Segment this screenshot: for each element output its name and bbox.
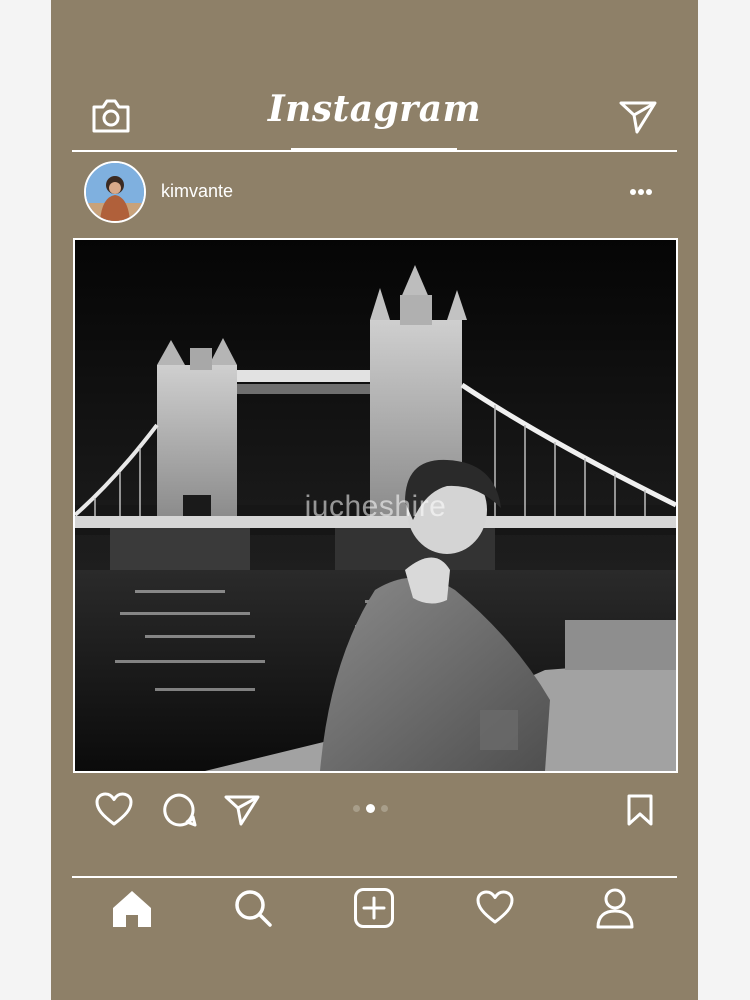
carousel-dot-active bbox=[366, 804, 375, 813]
more-dots-icon[interactable] bbox=[629, 188, 653, 196]
post-username[interactable]: kimvante bbox=[161, 181, 233, 202]
add-post-icon[interactable] bbox=[353, 887, 395, 929]
search-icon[interactable] bbox=[233, 888, 273, 928]
carousel-indicator bbox=[353, 804, 388, 813]
instagram-frame: Instagram kimvante iucheshire bbox=[51, 0, 698, 1000]
carousel-dot bbox=[381, 805, 388, 812]
app-title: Instagram bbox=[267, 88, 482, 130]
comment-icon[interactable] bbox=[160, 791, 198, 829]
footer-divider bbox=[72, 876, 677, 878]
paper-plane-icon[interactable] bbox=[618, 99, 658, 135]
bookmark-icon[interactable] bbox=[626, 793, 654, 827]
post-image[interactable]: iucheshire bbox=[73, 238, 678, 773]
title-underline bbox=[291, 148, 457, 151]
profile-icon[interactable] bbox=[595, 887, 635, 929]
avatar[interactable] bbox=[84, 161, 146, 223]
paper-plane-icon[interactable] bbox=[223, 793, 261, 827]
carousel-dot bbox=[353, 805, 360, 812]
watermark: iucheshire bbox=[304, 490, 447, 523]
heart-icon[interactable] bbox=[94, 792, 134, 828]
activity-heart-icon[interactable] bbox=[475, 890, 515, 926]
home-icon[interactable] bbox=[111, 889, 153, 929]
